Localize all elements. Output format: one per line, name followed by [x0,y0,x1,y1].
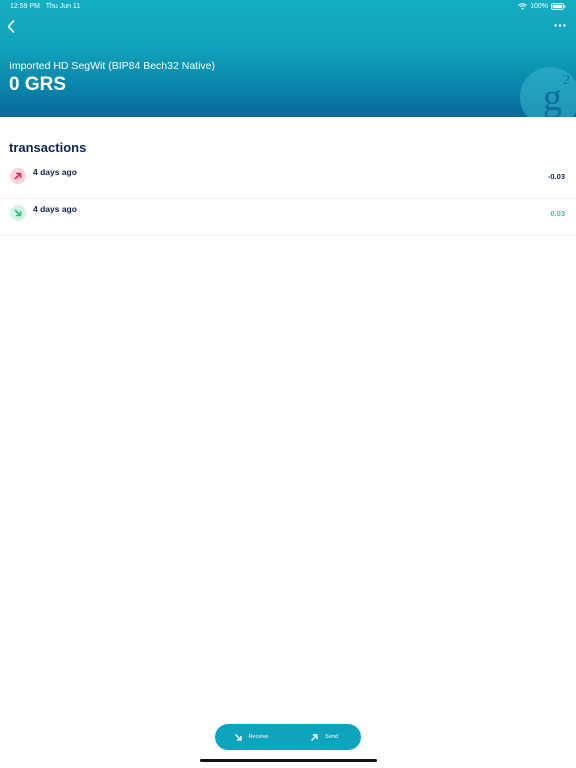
groestlcoin-logo: g 2 [520,67,576,117]
transaction-date: 4 days ago [33,167,77,177]
outgoing-transaction-icon [10,168,26,184]
send-icon [311,733,318,741]
action-bar: Receive Send [215,724,361,750]
status-time: 12:59 PM Thu Jun 11 [10,3,80,10]
receive-icon [234,733,242,741]
transaction-date: 4 days ago [33,204,77,214]
send-button[interactable]: Send [288,724,361,750]
transaction-amount: -0.03 [547,172,565,181]
wallet-balance[interactable]: 0 GRS [9,74,66,96]
status-indicators: 100% [518,3,566,10]
battery-icon [551,3,566,10]
receive-button[interactable]: Receive [215,724,288,750]
status-clock: 12:59 PM [10,3,40,10]
wallet-label: Imported HD SegWit (BIP84 Bech32 Native) [9,60,216,72]
back-button[interactable] [4,17,18,35]
logo-superscript: 2 [563,73,570,88]
more-options-button[interactable] [552,18,568,32]
wifi-icon [518,3,527,10]
incoming-transaction-icon [10,205,26,221]
wallet-header: 12:59 PM Thu Jun 11 100% Imported HD Seg… [0,0,576,117]
back-icon [7,19,15,33]
receive-label: Receive [248,734,269,740]
status-bar: 12:59 PM Thu Jun 11 100% [0,0,576,14]
logo-glyph: g [543,77,562,117]
arrow-up-right-icon [14,172,22,180]
transaction-row[interactable]: 4 days ago 0.03 [0,198,576,236]
status-date: Thu Jun 11 [45,3,81,10]
home-indicator [200,759,377,762]
send-label: Send [325,734,338,740]
battery-percent: 100% [530,3,548,10]
more-icon [554,23,566,27]
transaction-amount: 0.03 [550,209,565,218]
transactions-title: transactions [9,140,87,155]
arrow-down-right-icon [14,209,22,217]
transaction-row[interactable]: 4 days ago -0.03 [0,161,576,199]
